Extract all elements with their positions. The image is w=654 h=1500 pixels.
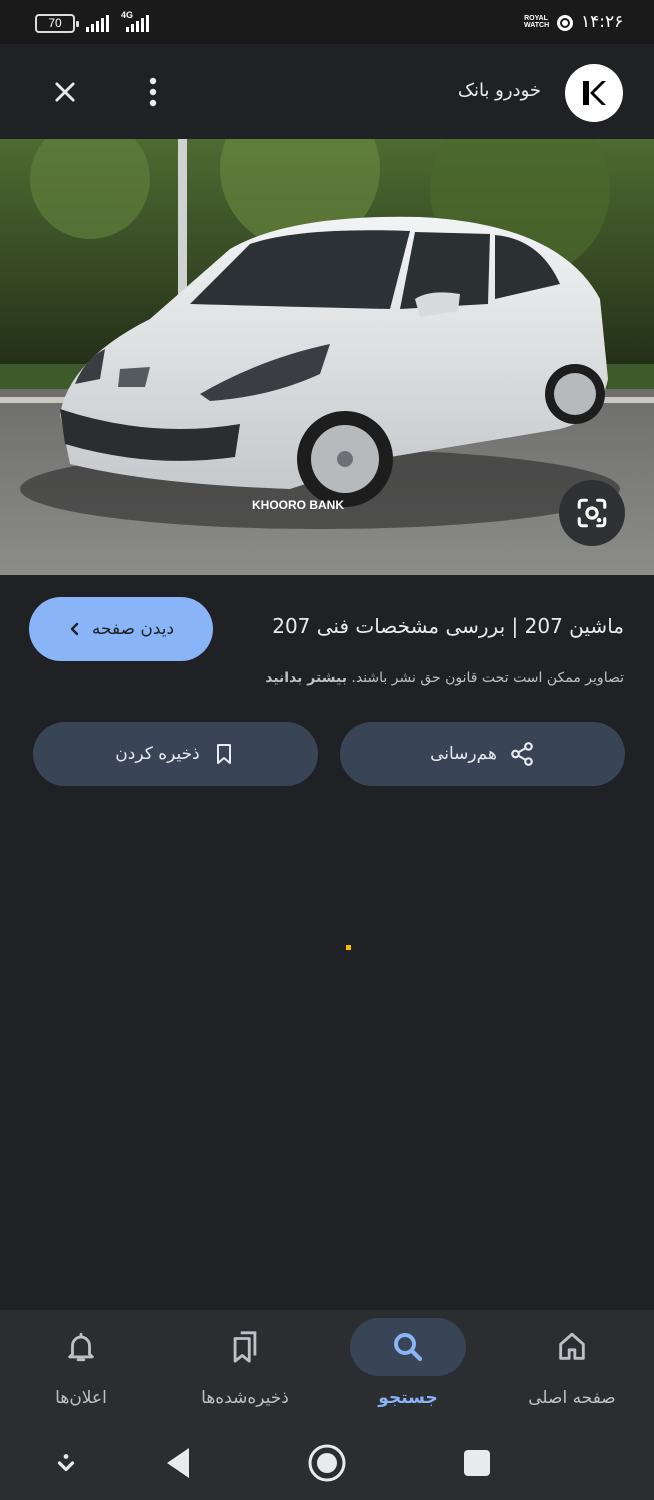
chrome-icon [557, 15, 573, 31]
nav-notifications[interactable]: اعلان‌ها [1, 1310, 161, 1420]
copyright-notice: تصاویر ممکن است تحت قانون حق نشر باشند. … [265, 670, 624, 686]
share-label: هم‌رسانی [430, 744, 497, 764]
more-vert-icon [149, 77, 157, 107]
system-navigation-bar [0, 1430, 654, 1500]
nav-saved-label: ذخیره‌شده‌ها [201, 1388, 289, 1408]
loading-indicator [346, 945, 351, 950]
chevron-down-icon [57, 1454, 75, 1472]
system-recents-button[interactable] [452, 1438, 502, 1488]
lens-icon [577, 498, 607, 528]
bookmarks-icon [233, 1331, 257, 1363]
system-menu-button[interactable] [41, 1438, 91, 1488]
nav-saved[interactable]: ذخیره‌شده‌ها [165, 1310, 325, 1420]
system-back-button[interactable] [153, 1438, 203, 1488]
lens-search-button[interactable] [559, 480, 625, 546]
car-image: KHOORO BANK [0, 139, 654, 575]
recents-square-icon [464, 1450, 490, 1476]
signal-strength-2-icon [126, 14, 149, 32]
nav-home[interactable]: صفحه اصلی [492, 1310, 652, 1420]
share-icon [511, 742, 533, 766]
back-triangle-icon [167, 1448, 189, 1478]
image-watermark: KHOORO BANK [252, 498, 344, 512]
close-button[interactable] [45, 72, 85, 112]
home-circle-icon [308, 1444, 346, 1482]
signal-strength-icon [86, 14, 109, 32]
clock: ۱۴:۲۶ [581, 12, 624, 32]
more-options-button[interactable] [133, 72, 173, 112]
bell-icon [68, 1332, 94, 1362]
nav-search[interactable]: جستجو [328, 1310, 488, 1420]
site-name[interactable]: خودرو بانک [458, 80, 541, 101]
bottom-navigation: صفحه اصلی جستجو ذخیره‌شده‌ها اعلان‌ها [0, 1310, 654, 1430]
carrier-badge: ROYAL WATCH [524, 15, 550, 29]
system-home-button[interactable] [302, 1438, 352, 1488]
site-logo-icon [583, 81, 606, 105]
nav-home-label: صفحه اصلی [528, 1388, 616, 1408]
nav-search-label: جستجو [378, 1388, 438, 1408]
top-bar: خودرو بانک [0, 44, 654, 139]
save-button[interactable]: ذخیره کردن [33, 722, 318, 786]
share-button[interactable]: هم‌رسانی [340, 722, 625, 786]
search-icon [394, 1333, 423, 1362]
site-logo[interactable] [565, 64, 623, 122]
chevron-left-icon [70, 622, 79, 636]
status-bar: 70 4G ROYAL WATCH ۱۴:۲۶ [0, 0, 654, 44]
visit-page-button[interactable]: دیدن صفحه [29, 597, 213, 661]
result-image[interactable]: KHOORO BANK [0, 139, 654, 575]
learn-more-link[interactable]: بیشتر بدانید [265, 670, 347, 686]
battery-indicator: 70 [35, 14, 79, 33]
nav-notifications-label: اعلان‌ها [55, 1388, 107, 1408]
visit-page-label: دیدن صفحه [91, 619, 175, 639]
home-icon [559, 1332, 585, 1360]
copyright-text: تصاویر ممکن است تحت قانون حق نشر باشند. [351, 670, 624, 686]
save-label: ذخیره کردن [115, 744, 200, 764]
bookmark-icon [216, 744, 231, 764]
result-title[interactable]: ماشین 207 | بررسی مشخصات فنی 207 [272, 614, 624, 638]
close-icon [55, 82, 75, 102]
